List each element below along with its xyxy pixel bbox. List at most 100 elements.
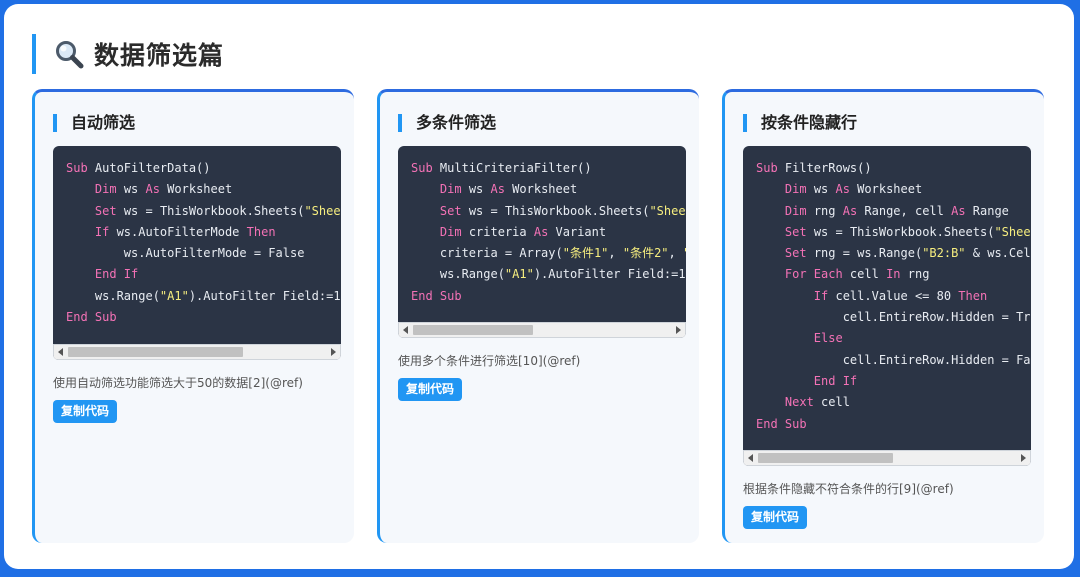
code-string: "条件3" xyxy=(683,246,686,260)
code-keyword: As xyxy=(145,182,160,197)
main-panel: 数据筛选篇 自动筛选 Sub AutoFilterData() Dim ws A… xyxy=(4,4,1074,569)
code-block: Sub MultiCriteriaFilter() Dim ws As Work… xyxy=(398,146,686,338)
code-text: & ws.Cells(Rows.Count, 2).End(xlUp).Row) xyxy=(972,246,1031,261)
code-keyword: Then xyxy=(958,288,988,303)
code-keyword: Set xyxy=(94,203,117,218)
code-text: ws.AutoFilterMode = False xyxy=(66,246,305,261)
code-text: MultiCriteriaFilter() xyxy=(432,161,592,175)
code-keyword: As xyxy=(951,203,966,218)
code-keyword: For Each xyxy=(784,267,843,282)
code-keyword: As xyxy=(533,224,549,239)
code-content: Sub MultiCriteriaFilter() Dim ws As Work… xyxy=(398,146,686,322)
code-keyword: Dim xyxy=(94,182,117,197)
section-header: 数据筛选篇 xyxy=(32,34,224,74)
code-text: ws xyxy=(116,182,146,197)
horizontal-scrollbar[interactable] xyxy=(743,450,1031,466)
code-string: "Sheet1" xyxy=(304,203,341,218)
code-keyword: Set xyxy=(784,246,807,261)
code-text: rng xyxy=(900,267,930,282)
code-string: "A1" xyxy=(159,288,189,303)
code-text: Worksheet xyxy=(849,182,923,197)
code-text: Worksheet xyxy=(159,182,233,197)
code-text: cell.EntireRow.Hidden = True xyxy=(756,310,1031,325)
code-keyword: Dim xyxy=(439,182,462,197)
code-content: Sub FilterRows() Dim ws As Worksheet Dim… xyxy=(743,146,1031,450)
code-text: ws.Range( xyxy=(411,267,505,282)
copy-code-button[interactable]: 复制代码 xyxy=(53,400,118,423)
code-keyword: If xyxy=(813,288,829,303)
code-text: rng xyxy=(806,203,843,218)
code-keyword: As xyxy=(490,182,505,197)
scroll-left-icon[interactable] xyxy=(748,454,753,462)
code-text: , xyxy=(608,246,623,261)
code-text: FilterRows() xyxy=(777,161,872,175)
code-block: Sub FilterRows() Dim ws As Worksheet Dim… xyxy=(743,146,1031,466)
code-string: "Sheet1" xyxy=(994,224,1031,239)
code-text: Variant xyxy=(548,224,607,239)
code-text: ws.AutoFilterMode xyxy=(109,224,247,239)
code-text: ws = ThisWorkbook.Sheets( xyxy=(116,203,305,218)
scroll-right-icon[interactable] xyxy=(1021,454,1026,462)
scroll-thumb[interactable] xyxy=(68,347,243,357)
code-keyword: As xyxy=(835,182,850,197)
code-text: ws xyxy=(461,182,491,197)
code-block: Sub AutoFilterData() Dim ws As Worksheet… xyxy=(53,146,341,360)
code-string: "A1" xyxy=(504,267,534,282)
code-text: cell.EntireRow.Hidden = False xyxy=(756,352,1031,367)
code-keyword: If xyxy=(94,224,110,239)
card-title: 按条件隐藏行 xyxy=(743,114,857,132)
horizontal-scrollbar[interactable] xyxy=(53,344,341,360)
scroll-left-icon[interactable] xyxy=(58,348,63,356)
card-hide-rows: 按条件隐藏行 Sub FilterRows() Dim ws As Worksh… xyxy=(722,89,1044,543)
code-keyword: End Sub xyxy=(66,310,117,325)
code-text: cell xyxy=(842,267,887,282)
code-text: ).AutoFilter Field:=1, Criteria1:=criter… xyxy=(533,267,686,282)
code-keyword: End Sub xyxy=(756,416,807,431)
code-keyword: Set xyxy=(784,224,807,239)
code-text: rng = ws.Range( xyxy=(806,246,923,261)
card-description: 使用自动筛选功能筛选大于50的数据[2](@ref) xyxy=(53,376,303,390)
scroll-right-icon[interactable] xyxy=(676,326,681,334)
code-keyword: End If xyxy=(94,267,139,282)
code-keyword: Then xyxy=(246,224,276,239)
code-text: ).AutoFilter Field:=1, Criteria1:=">50" xyxy=(188,288,341,303)
code-text: criteria xyxy=(461,224,534,239)
scroll-thumb[interactable] xyxy=(413,325,533,335)
code-text: ws = ThisWorkbook.Sheets( xyxy=(461,203,650,218)
code-string: "条件1" xyxy=(562,246,609,261)
code-text: Range, cell xyxy=(857,203,952,218)
copy-code-button[interactable]: 复制代码 xyxy=(743,506,808,529)
code-keyword: Set xyxy=(439,203,462,218)
scroll-thumb[interactable] xyxy=(758,453,893,463)
card-title: 自动筛选 xyxy=(53,114,135,132)
code-keyword: End Sub xyxy=(411,288,462,303)
code-keyword: Else xyxy=(813,331,843,346)
code-text: Range xyxy=(965,203,1009,218)
code-keyword: Next xyxy=(784,395,814,410)
code-text: cell.Value <= 80 xyxy=(828,288,959,303)
code-text: AutoFilterData() xyxy=(87,161,211,175)
page-title: 数据筛选篇 xyxy=(94,41,225,70)
horizontal-scrollbar[interactable] xyxy=(398,322,686,338)
card-description: 根据条件隐藏不符合条件的行[9](@ref) xyxy=(743,482,954,496)
card-multi-criteria-filter: 多条件筛选 Sub MultiCriteriaFilter() Dim ws A… xyxy=(377,89,699,543)
card-auto-filter: 自动筛选 Sub AutoFilterData() Dim ws As Work… xyxy=(32,89,354,543)
code-text: ws.Range( xyxy=(66,288,160,303)
copy-code-button[interactable]: 复制代码 xyxy=(398,378,463,401)
scroll-right-icon[interactable] xyxy=(331,348,336,356)
card-title: 多条件筛选 xyxy=(398,114,496,132)
scroll-left-icon[interactable] xyxy=(403,326,408,334)
